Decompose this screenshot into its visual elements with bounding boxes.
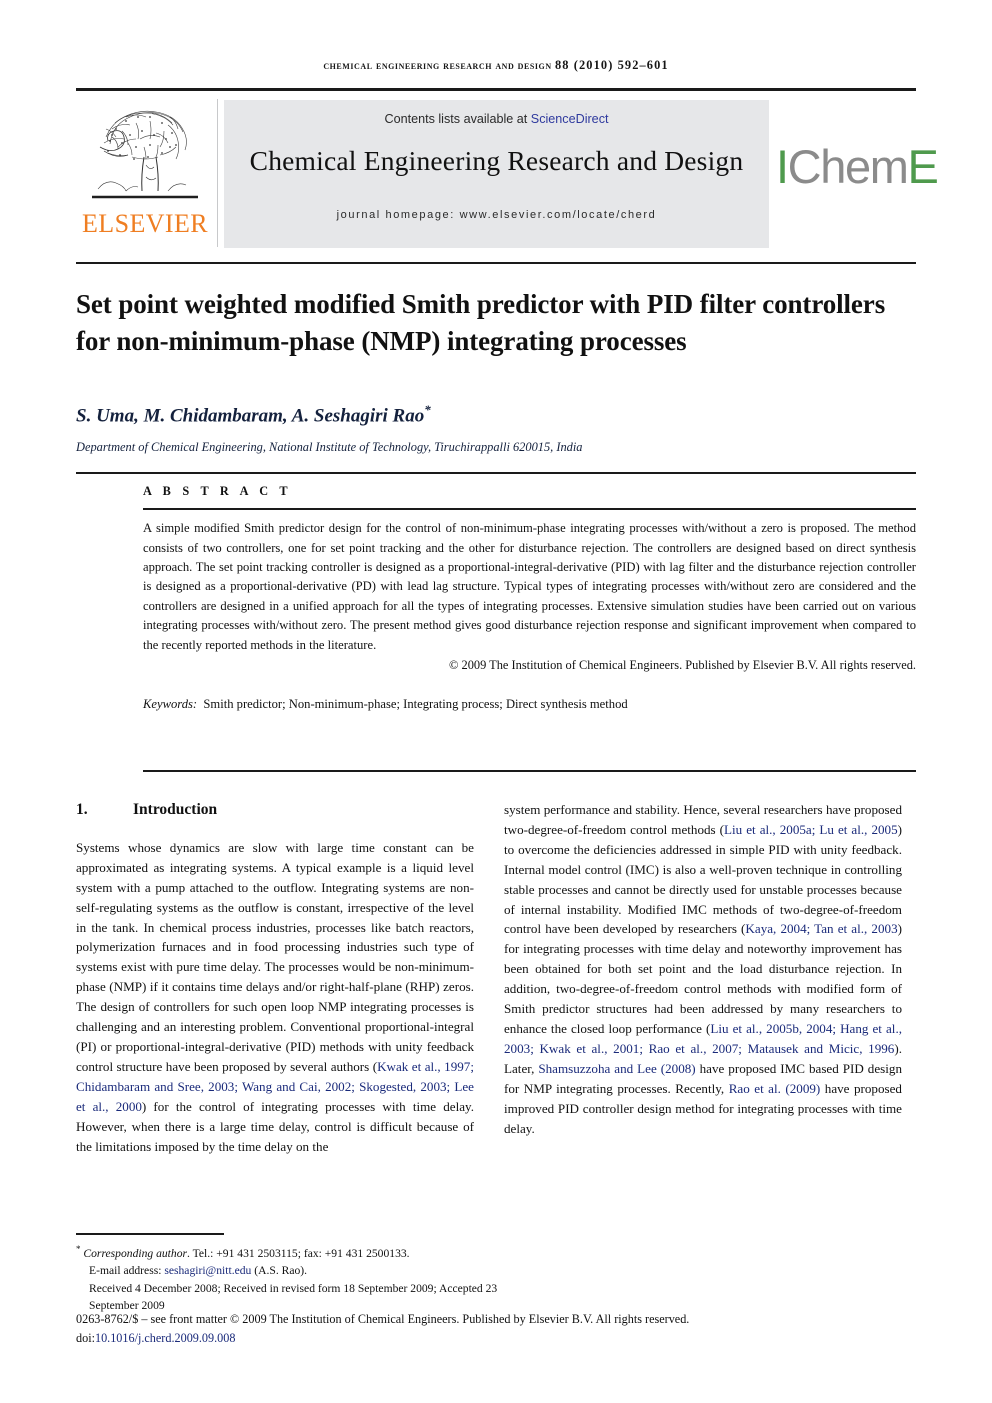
section-title: Introduction — [133, 801, 218, 818]
abstract-top-divider — [76, 472, 916, 474]
masthead-divider — [76, 262, 916, 265]
section-heading-introduction: 1. Introduction — [76, 800, 474, 820]
imprint-block: 0263-8762/$ – see front matter © 2009 Th… — [76, 1310, 936, 1348]
issn-copyright-line: 0263-8762/$ – see front matter © 2009 Th… — [76, 1312, 690, 1326]
journal-homepage-link[interactable]: journal homepage: www.elsevier.com/locat… — [224, 209, 769, 221]
citation-group-5[interactable]: Shamsuzzoha and Lee (2008) — [538, 1061, 695, 1076]
email-suffix: (A.S. Rao). — [251, 1264, 308, 1278]
elsevier-tree-icon — [92, 107, 198, 199]
corresponding-author-marker: * — [424, 402, 431, 417]
icheme-logo: IChemE — [776, 127, 939, 207]
elsevier-wordmark: ELSEVIER — [82, 209, 208, 238]
corresponding-author-label: Corresponding author — [83, 1246, 188, 1260]
icheme-part-i: I — [776, 140, 789, 193]
doi-label: doi: — [76, 1331, 95, 1345]
email-line: E-mail address: seshagiri@nitt.edu (A.S.… — [76, 1262, 506, 1279]
body-column-left: 1. Introduction Systems whose dynamics ar… — [76, 800, 474, 1156]
abstract-section: A B S T R A C T A simple modified Smith … — [143, 484, 916, 712]
citation-group-6[interactable]: Rao et al. (2009) — [729, 1081, 821, 1096]
masthead-left-divider — [217, 99, 218, 247]
intro-right-text-2: ) to overcome the deficiencies addressed… — [504, 821, 903, 937]
footnote-divider — [76, 1233, 224, 1235]
section-number: 1. — [76, 801, 88, 818]
intro-left-text-1: Systems whose dynamics are slow with lar… — [76, 839, 474, 1074]
abstract-bottom-divider — [143, 770, 916, 772]
journal-article-page: Chemical Engineering Research and Design… — [0, 0, 992, 1403]
keywords-line: Keywords: Smith predictor; Non-minimum-p… — [143, 697, 916, 712]
keywords-label: Keywords: — [143, 697, 198, 712]
doi-link[interactable]: 10.1016/j.cherd.2009.09.008 — [95, 1331, 235, 1345]
author-list: S. Uma, M. Chidambaram, A. Seshagiri Rao… — [76, 402, 896, 427]
citation-group-2[interactable]: Liu et al., 2005a; Lu et al., 2005 — [724, 822, 898, 837]
author-names: S. Uma, M. Chidambaram, A. Seshagiri Rao — [76, 405, 425, 427]
body-column-right: system performance and stability. Hence,… — [504, 800, 902, 1138]
page-title: Set point weighted modified Smith predic… — [76, 289, 886, 357]
icheme-part-e: E — [907, 140, 938, 193]
email-label: E-mail address: — [89, 1264, 165, 1278]
icheme-part-chem: Chem — [787, 140, 909, 193]
footnote-block: * Corresponding author. Tel.: +91 431 25… — [76, 1241, 506, 1314]
elsevier-logo: ELSEVIER — [76, 97, 214, 249]
abstract-copyright: © 2009 The Institution of Chemical Engin… — [448, 658, 916, 673]
running-head: Chemical Engineering Research and Design… — [76, 58, 916, 73]
contents-list-line: Contents lists available at ScienceDirec… — [224, 112, 769, 126]
running-head-volume: 88 (2010) 592–601 — [555, 58, 669, 72]
corresponding-author-contact: . Tel.: +91 431 2503115; fax: +91 431 25… — [187, 1246, 410, 1260]
intro-paragraph-right: system performance and stability. Hence,… — [504, 800, 902, 1138]
email-link[interactable]: seshagiri@nitt.edu — [164, 1264, 251, 1277]
abstract-heading: A B S T R A C T — [143, 484, 292, 498]
citation-group-3[interactable]: Kaya, 2004; Tan et al., 2003 — [745, 921, 897, 936]
header-divider — [76, 88, 916, 91]
abstract-body: A simple modified Smith predictor design… — [143, 521, 916, 652]
abstract-heading-rule — [143, 508, 916, 511]
contents-prefix: Contents lists available at — [384, 112, 531, 126]
keywords-value: Smith predictor; Non-minimum-phase; Inte… — [203, 697, 628, 712]
journal-masthead: Contents lists available at ScienceDirec… — [76, 97, 939, 249]
journal-title: Chemical Engineering Research and Design — [249, 145, 744, 176]
running-head-journal: Chemical Engineering Research and Design — [323, 60, 552, 72]
footnote-star-icon: * — [76, 1244, 81, 1254]
doi-line: doi:10.1016/j.cherd.2009.09.008 — [76, 1329, 936, 1348]
sciencedirect-link[interactable]: ScienceDirect — [531, 112, 609, 126]
affiliation: Department of Chemical Engineering, Nati… — [76, 440, 583, 454]
intro-paragraph-left: Systems whose dynamics are slow with lar… — [76, 838, 474, 1157]
intro-right-text-3: ) for integrating processes with time de… — [504, 921, 902, 1036]
